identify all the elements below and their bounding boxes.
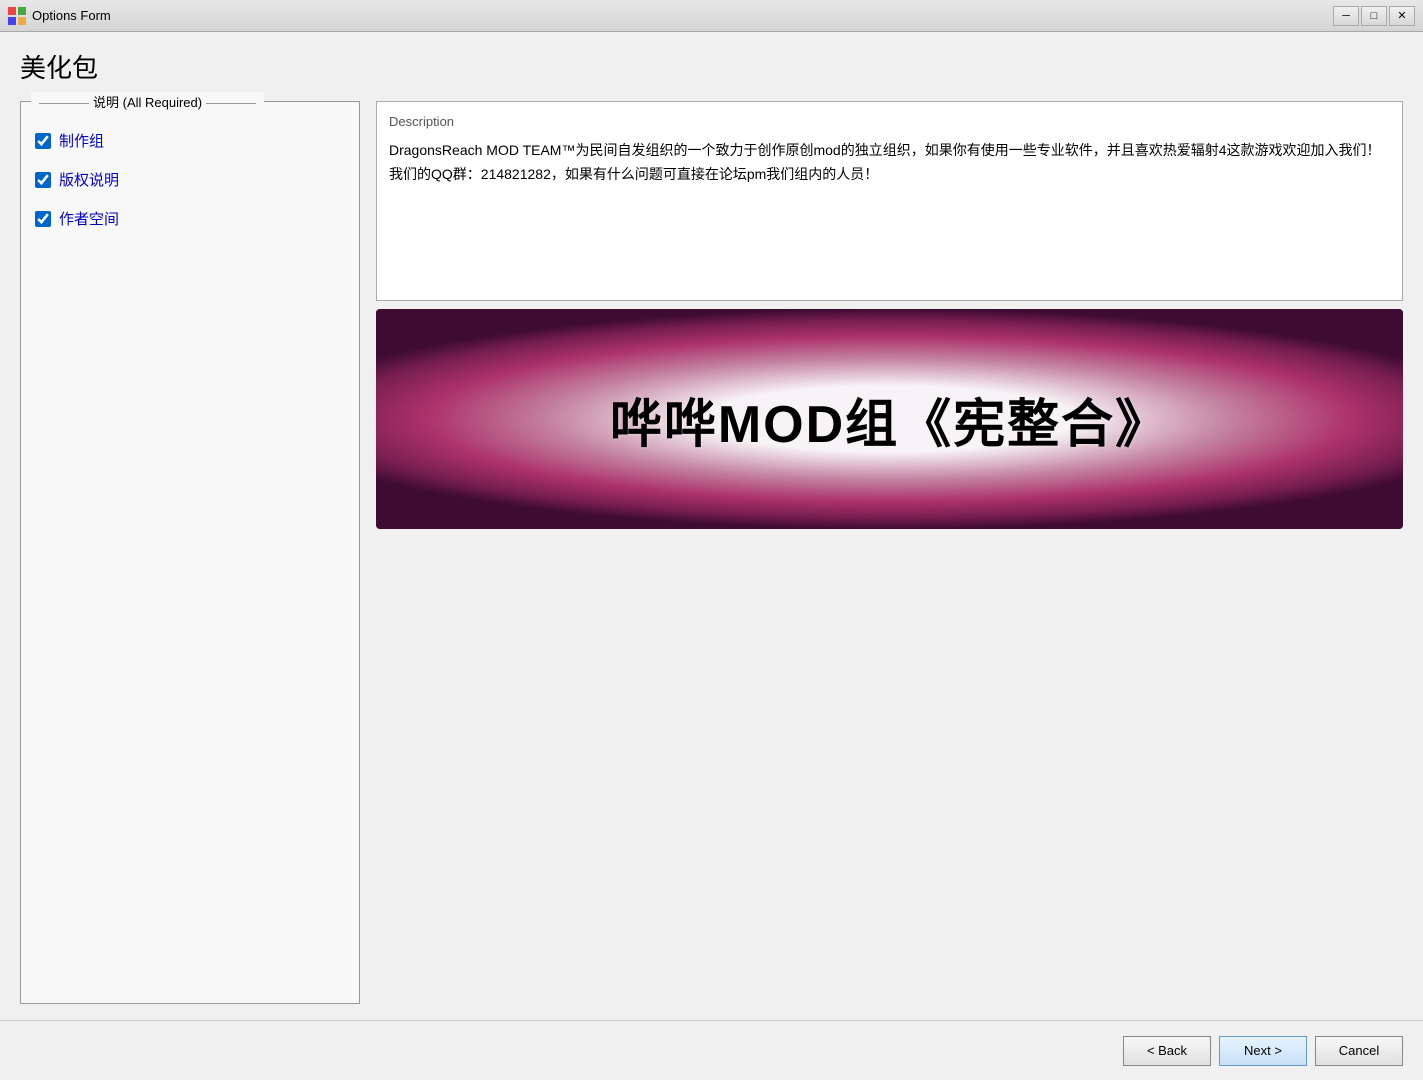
checkbox-item-3[interactable]: 作者空间 xyxy=(35,208,345,229)
banner-text-overlay: 哗哗MOD组《宪整合》 xyxy=(376,309,1403,529)
checkbox-item-2[interactable]: 版权说明 xyxy=(35,169,345,190)
close-button[interactable]: ✕ xyxy=(1389,6,1415,26)
banner-area: 哗哗MOD组《宪整合》 xyxy=(376,309,1403,1004)
description-label: Description xyxy=(389,112,1390,133)
checkbox-item-1[interactable]: 制作组 xyxy=(35,130,345,151)
restore-button[interactable]: □ xyxy=(1361,6,1387,26)
checkbox-zuozuzu[interactable] xyxy=(35,133,51,149)
page-title: 美化包 xyxy=(20,48,1403,85)
window-controls: ─ □ ✕ xyxy=(1333,6,1415,26)
checkbox-list: 制作组 版权说明 作者空间 xyxy=(35,130,345,229)
banner-text: 哗哗MOD组《宪整合》 xyxy=(610,382,1169,457)
checkbox-label-2: 版权说明 xyxy=(59,169,119,190)
cancel-button[interactable]: Cancel xyxy=(1315,1036,1403,1066)
checkbox-banquan[interactable] xyxy=(35,172,51,188)
checkbox-zuozhe[interactable] xyxy=(35,211,51,227)
title-bar: Options Form ─ □ ✕ xyxy=(0,0,1423,32)
description-box: Description DragonsReach MOD TEAM™为民间自发组… xyxy=(376,101,1403,301)
minimize-button[interactable]: ─ xyxy=(1333,6,1359,26)
window-title: Options Form xyxy=(32,8,1333,23)
main-layout: 说明 (All Required) 制作组 版权说明 作者空间 xyxy=(20,101,1403,1004)
checkbox-label-3: 作者空间 xyxy=(59,208,119,229)
banner: 哗哗MOD组《宪整合》 xyxy=(376,309,1403,529)
main-window: Options Form ─ □ ✕ 美化包 说明 (All Required)… xyxy=(0,0,1423,1080)
back-button[interactable]: < Back xyxy=(1123,1036,1211,1066)
next-button[interactable]: Next > xyxy=(1219,1036,1307,1066)
description-text: DragonsReach MOD TEAM™为民间自发组织的一个致力于创作原创m… xyxy=(389,139,1390,187)
content-area: 美化包 说明 (All Required) 制作组 版权说明 作者 xyxy=(0,32,1423,1020)
left-panel: 说明 (All Required) 制作组 版权说明 作者空间 xyxy=(20,101,360,1004)
footer-bar: < Back Next > Cancel xyxy=(0,1020,1423,1080)
right-panel: Description DragonsReach MOD TEAM™为民间自发组… xyxy=(376,101,1403,1004)
checkbox-label-1: 制作组 xyxy=(59,130,104,151)
group-box-legend: 说明 (All Required) xyxy=(31,92,264,111)
window-icon xyxy=(8,7,26,25)
